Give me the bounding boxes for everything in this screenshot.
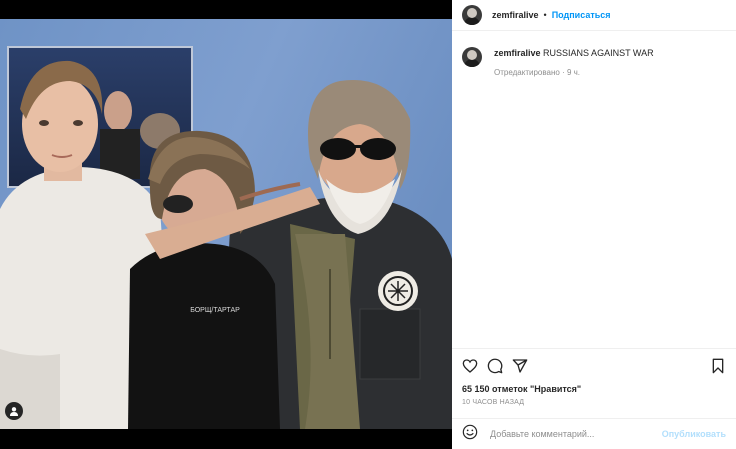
caption-meta: Отредактировано · 9 ч. bbox=[494, 68, 581, 77]
publish-button[interactable]: Опубликовать bbox=[662, 429, 726, 439]
separator-dot: • bbox=[543, 10, 547, 20]
post-header: zemfiralive • Подписаться bbox=[452, 0, 736, 31]
post-photo[interactable]: БОРЩ/ТАРТАР bbox=[0, 19, 452, 429]
user-tag-button[interactable] bbox=[5, 402, 23, 420]
user-tag-icon bbox=[10, 407, 18, 416]
like-button[interactable] bbox=[462, 358, 478, 374]
caption: zemfiralive RUSSIANS AGAINST WAR Отредак… bbox=[452, 31, 736, 79]
likes-count[interactable]: 65 150 отметок "Нравится" bbox=[462, 384, 726, 394]
edited-time: 9 ч. bbox=[566, 68, 581, 77]
share-button[interactable] bbox=[512, 358, 528, 374]
header-username[interactable]: zemfiralive bbox=[492, 10, 539, 20]
caption-avatar[interactable] bbox=[462, 47, 482, 67]
emoji-button[interactable] bbox=[462, 424, 478, 445]
comment-button[interactable] bbox=[487, 358, 503, 374]
share-icon bbox=[512, 359, 528, 373]
emoji-icon bbox=[462, 424, 478, 439]
photo-pane: БОРЩ/ТАРТАР bbox=[0, 0, 452, 449]
avatar[interactable] bbox=[462, 5, 482, 25]
edited-label: Отредактировано bbox=[494, 68, 560, 77]
bookmark-icon bbox=[712, 358, 724, 374]
shirt-print: БОРЩ/ТАРТАР bbox=[190, 307, 240, 314]
heart-icon bbox=[462, 359, 478, 373]
caption-text: RUSSIANS AGAINST WAR bbox=[543, 48, 654, 58]
follow-button[interactable]: Подписаться bbox=[552, 10, 611, 20]
comment-input[interactable] bbox=[488, 428, 662, 440]
comment-icon bbox=[487, 358, 503, 374]
post-time[interactable]: 10 ЧАСОВ НАЗАД bbox=[462, 399, 726, 406]
post-sidebar: zemfiralive • Подписаться zemfiralive RU… bbox=[452, 0, 736, 449]
post-actions: 65 150 отметок "Нравится" 10 ЧАСОВ НАЗАД bbox=[452, 348, 736, 418]
comment-bar: Опубликовать bbox=[452, 418, 736, 449]
caption-username[interactable]: zemfiralive bbox=[494, 48, 541, 58]
save-button[interactable] bbox=[710, 358, 726, 374]
